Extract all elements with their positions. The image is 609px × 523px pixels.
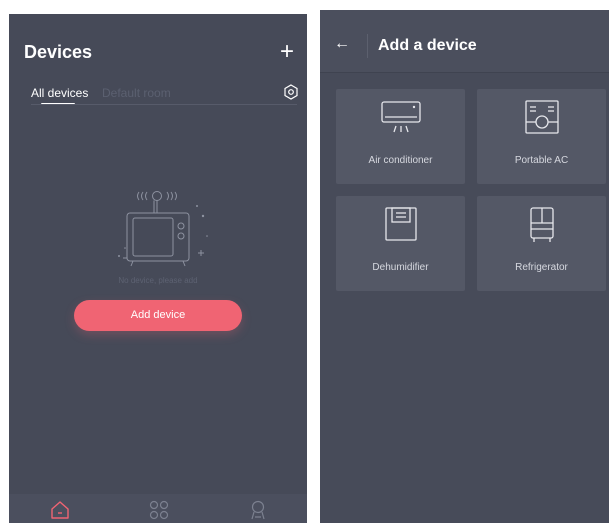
tab-default-room[interactable]: Default room	[102, 86, 171, 100]
header: ← Add a device	[320, 10, 609, 73]
device-type-portable-ac[interactable]: Portable AC	[477, 89, 606, 184]
add-device-screen: ← Add a device Air conditioner Portable …	[320, 10, 609, 523]
dehumidifier-icon	[385, 207, 417, 241]
device-type-air-conditioner[interactable]: Air conditioner	[336, 89, 465, 184]
portable-ac-icon	[525, 100, 559, 134]
device-type-label: Portable AC	[514, 155, 569, 166]
device-type-label: Air conditioner	[368, 155, 433, 166]
add-device-button[interactable]: Add device	[74, 300, 242, 331]
device-type-refrigerator[interactable]: Refrigerator	[477, 196, 606, 291]
refrigerator-icon	[530, 207, 554, 242]
back-arrow-icon[interactable]: ←	[334, 36, 350, 52]
device-type-dehumidifier[interactable]: Dehumidifier	[336, 196, 465, 291]
page-title: Devices	[24, 42, 93, 62]
device-type-label: Dehumidifier	[372, 262, 429, 273]
settings-hexagon-icon[interactable]	[283, 84, 299, 100]
grid-icon[interactable]	[148, 499, 170, 521]
empty-state-message: No device, please add	[118, 276, 198, 285]
profile-icon[interactable]	[247, 499, 269, 521]
devices-screen: Devices + All devices Default room No de…	[9, 14, 307, 523]
bottom-navigation	[9, 494, 307, 523]
air-conditioner-icon	[381, 101, 421, 133]
tab-all-devices[interactable]: All devices	[31, 86, 88, 100]
header-separator	[367, 34, 368, 58]
device-type-label: Refrigerator	[515, 262, 568, 273]
home-icon[interactable]	[49, 499, 71, 521]
tab-divider	[31, 104, 297, 105]
add-device-plus-button[interactable]: +	[280, 40, 294, 64]
page-title: Add a device	[378, 37, 477, 54]
empty-tv-illustration-icon	[118, 191, 208, 267]
